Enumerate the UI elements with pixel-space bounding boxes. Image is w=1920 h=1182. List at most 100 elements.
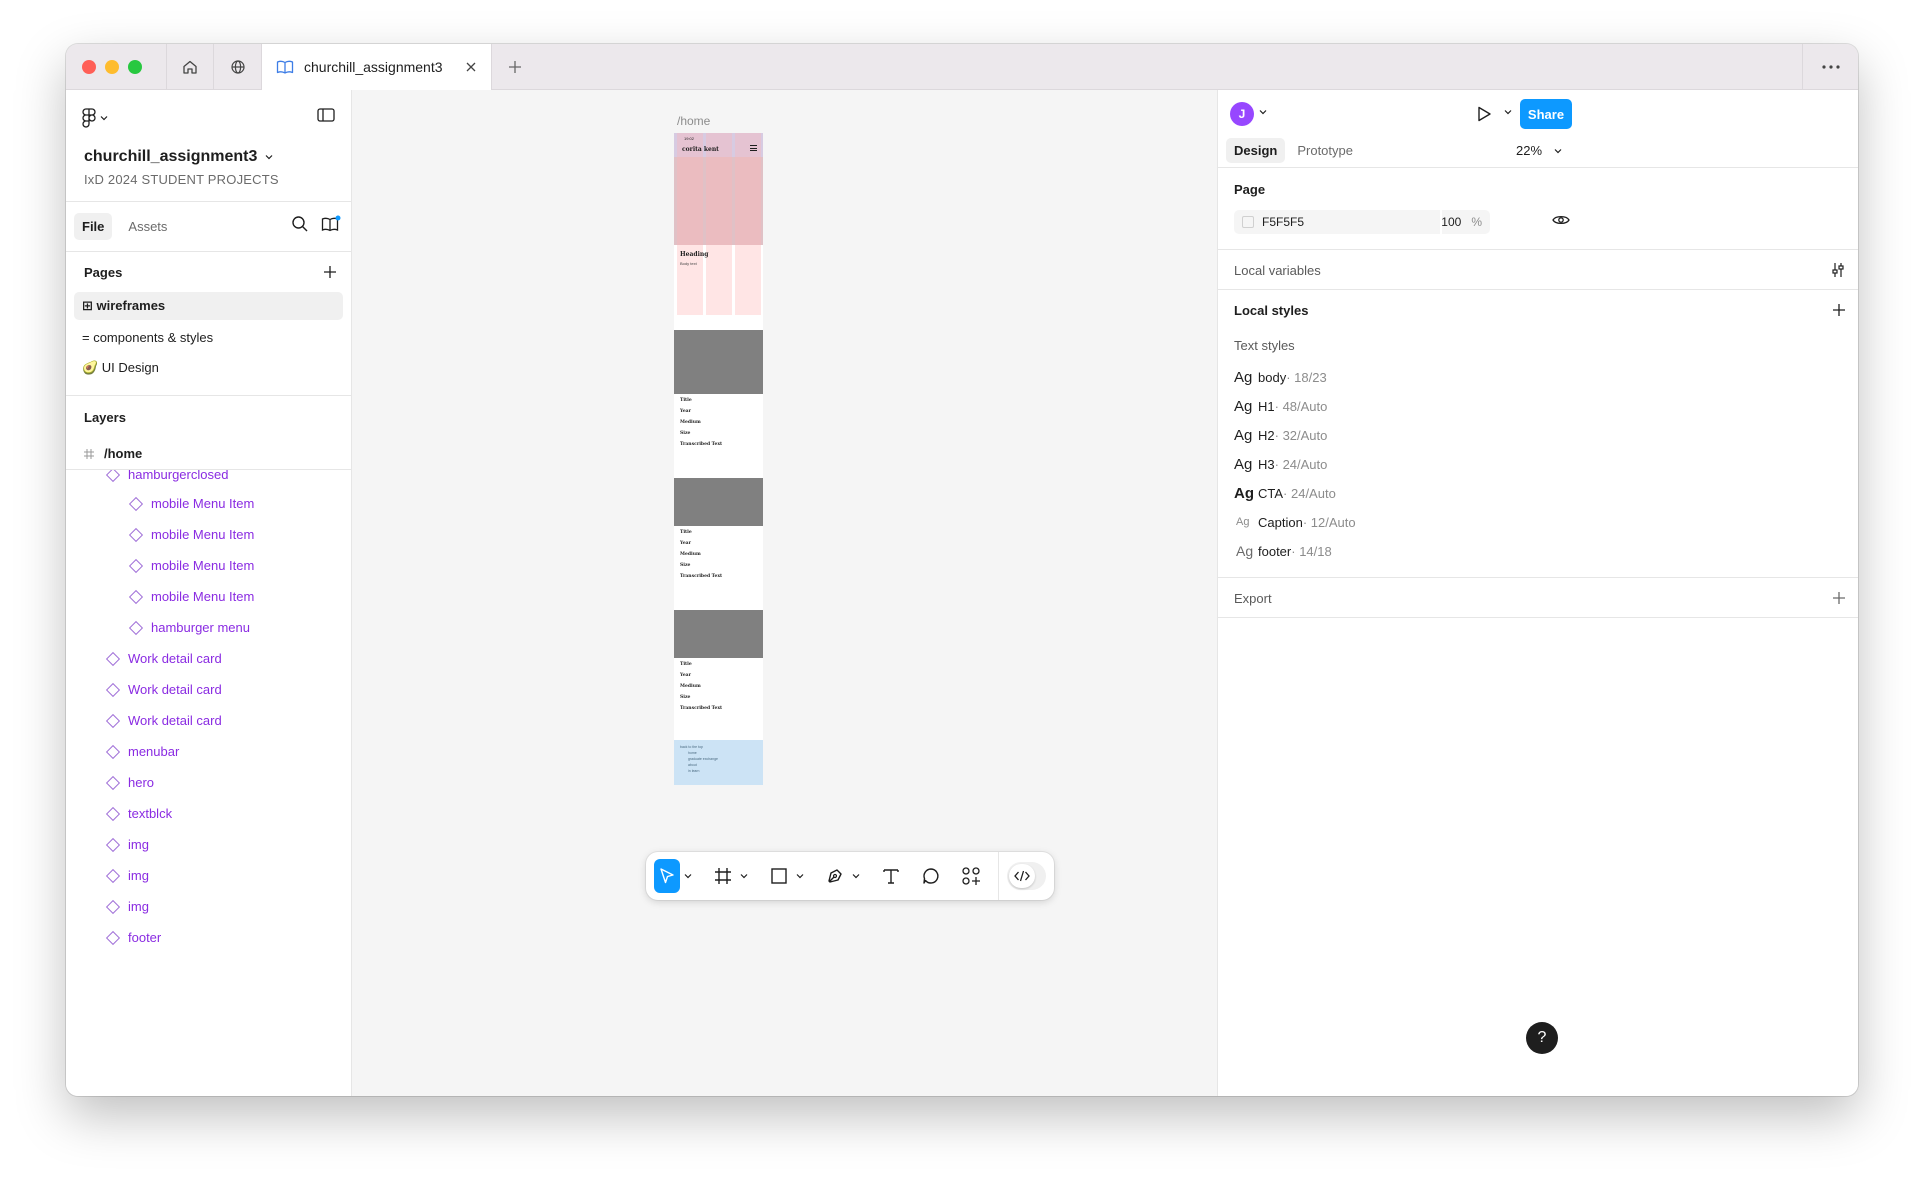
move-tool-menu[interactable]	[680, 859, 696, 893]
text-style-item[interactable]: Ag footer · 14/18	[1234, 541, 1332, 561]
layer-label: footer	[128, 930, 162, 945]
text-tool-button[interactable]	[878, 859, 904, 893]
add-page-icon[interactable]	[323, 265, 337, 279]
layer-root-frame[interactable]: /home	[66, 438, 351, 470]
text-style-item[interactable]: Ag Caption · 12/Auto	[1234, 512, 1356, 532]
tab-prototype[interactable]: Prototype	[1289, 138, 1361, 163]
text-style-item[interactable]: Ag body · 18/23	[1234, 367, 1327, 387]
frame-tool-button[interactable]	[710, 859, 736, 893]
local-variables-section[interactable]: Local variables	[1218, 250, 1858, 290]
frame-label[interactable]: /home	[677, 114, 710, 128]
maximize-window-button[interactable]	[128, 59, 142, 74]
layer-item[interactable]: img	[105, 860, 149, 891]
image-placeholder[interactable]	[674, 330, 763, 394]
text-style-metrics: · 18/23	[1286, 369, 1327, 385]
dev-mode-toggle[interactable]	[1006, 862, 1047, 890]
file-name-label: churchill_assignment3	[84, 148, 258, 165]
share-button[interactable]: Share	[1520, 99, 1572, 129]
search-icon[interactable]	[291, 215, 309, 233]
zoom-control[interactable]: 22%	[1516, 143, 1562, 158]
chevron-down-icon[interactable]	[1504, 109, 1512, 115]
component-instance-icon	[105, 470, 121, 482]
layer-item[interactable]: hamburger menu	[128, 612, 250, 643]
page-item-wireframes[interactable]: ⊞ wireframes	[74, 292, 343, 320]
opacity-field[interactable]: 100 %	[1440, 210, 1490, 234]
home-frame[interactable]: 19:02 corita kent Heading Body text Titl…	[674, 133, 763, 785]
rectangle-tool-button[interactable]	[766, 859, 792, 893]
local-styles-title: Local styles	[1234, 303, 1309, 318]
layer-item[interactable]: mobile Menu Item	[128, 581, 254, 612]
image-placeholder[interactable]	[674, 478, 763, 526]
file-tab[interactable]: churchill_assignment3	[262, 44, 492, 90]
layer-item[interactable]: mobile Menu Item	[128, 519, 255, 550]
page-item-components[interactable]: = components & styles	[74, 323, 343, 351]
layer-item[interactable]: textblck	[105, 798, 172, 829]
tab-assets[interactable]: Assets	[120, 213, 175, 240]
frame-tool-menu[interactable]	[736, 859, 752, 893]
page-color-field[interactable]: F5F5F5 100 %	[1234, 210, 1490, 234]
avatar[interactable]: J	[1230, 102, 1254, 126]
layer-item[interactable]: mobile Menu Item	[128, 550, 254, 581]
eye-icon[interactable]	[1552, 214, 1570, 226]
layer-item[interactable]: img	[105, 891, 149, 922]
plus-icon	[509, 60, 521, 73]
home-button[interactable]	[166, 44, 214, 90]
work-detail-card[interactable]: Title Year Medium Size Transcribed Text	[680, 398, 760, 448]
toggle-sidebar-button[interactable]	[317, 108, 335, 127]
layer-item[interactable]: menubar	[105, 736, 179, 767]
text-style-item[interactable]: Ag H3 · 24/Auto	[1234, 454, 1327, 474]
text-style-glyph: Ag	[1234, 397, 1253, 415]
text-styles-title: Text styles	[1234, 338, 1295, 353]
actions-tool-button[interactable]	[958, 859, 984, 893]
pen-tool-button[interactable]	[822, 859, 848, 893]
export-section[interactable]: Export	[1218, 578, 1858, 618]
present-play-icon[interactable]	[1476, 106, 1492, 122]
text-style-item[interactable]: Ag H2 · 32/Auto	[1234, 425, 1327, 445]
work-detail-card[interactable]: Title Year Medium Size Transcribed Text	[680, 662, 760, 712]
new-tab-button[interactable]	[492, 44, 538, 90]
minimize-window-button[interactable]	[105, 59, 119, 74]
layer-item[interactable]: footer	[105, 922, 162, 953]
layer-item[interactable]: img	[105, 829, 149, 860]
rectangle-tool-menu[interactable]	[792, 859, 808, 893]
close-tab-icon[interactable]	[465, 61, 477, 73]
layer-item[interactable]: Work detail card	[105, 674, 222, 705]
layer-item[interactable]: hero	[105, 767, 154, 798]
file-name[interactable]: churchill_assignment3	[84, 148, 273, 166]
frame-icon	[84, 448, 94, 459]
close-window-button[interactable]	[82, 59, 96, 74]
image-placeholder[interactable]	[674, 610, 763, 658]
pen-tool-menu[interactable]	[848, 859, 864, 893]
layer-item[interactable]: Work detail card	[105, 705, 222, 736]
project-name[interactable]: IxD 2024 STUDENT PROJECTS	[84, 172, 279, 187]
footer-block[interactable]: back to the top home graduate exchange a…	[674, 740, 763, 785]
page-item-ui-design[interactable]: 🥑 UI Design	[74, 354, 343, 382]
add-export-icon[interactable]	[1832, 591, 1846, 605]
move-tool-button[interactable]	[654, 859, 680, 893]
color-swatch[interactable]	[1242, 216, 1254, 228]
help-button[interactable]: ?	[1526, 1022, 1558, 1054]
text-style-name: H3	[1258, 456, 1275, 472]
more-options-button[interactable]	[1802, 44, 1858, 90]
footer-text: in learn	[688, 769, 700, 773]
layer-item[interactable]: mobile Menu Item	[128, 488, 254, 519]
text-style-item[interactable]: Ag CTA · 24/Auto	[1234, 483, 1336, 503]
text-style-item[interactable]: Ag H1 · 48/Auto	[1234, 396, 1327, 416]
add-style-icon[interactable]	[1832, 303, 1846, 317]
text-style-glyph: Ag	[1236, 543, 1254, 559]
chevron-down-icon[interactable]	[1259, 109, 1267, 115]
comment-tool-button[interactable]	[918, 859, 944, 893]
variables-settings-icon[interactable]	[1830, 262, 1846, 278]
hex-value[interactable]: F5F5F5	[1262, 215, 1440, 229]
library-icon[interactable]	[321, 215, 341, 233]
pages-title: Pages	[84, 264, 123, 280]
tab-design[interactable]: Design	[1226, 138, 1286, 163]
layer-label: mobile Menu Item	[151, 527, 255, 542]
tab-file[interactable]: File	[74, 213, 113, 240]
design-canvas[interactable]: /home 19:02 corita kent Heading Body tex…	[353, 90, 1217, 1096]
work-detail-card[interactable]: Title Year Medium Size Transcribed Text	[680, 530, 760, 580]
layer-item[interactable]: hamburgerclosed	[105, 470, 228, 490]
layer-item[interactable]: Work detail card	[105, 643, 222, 674]
community-button[interactable]	[214, 44, 262, 90]
main-menu-button[interactable]	[82, 108, 108, 128]
